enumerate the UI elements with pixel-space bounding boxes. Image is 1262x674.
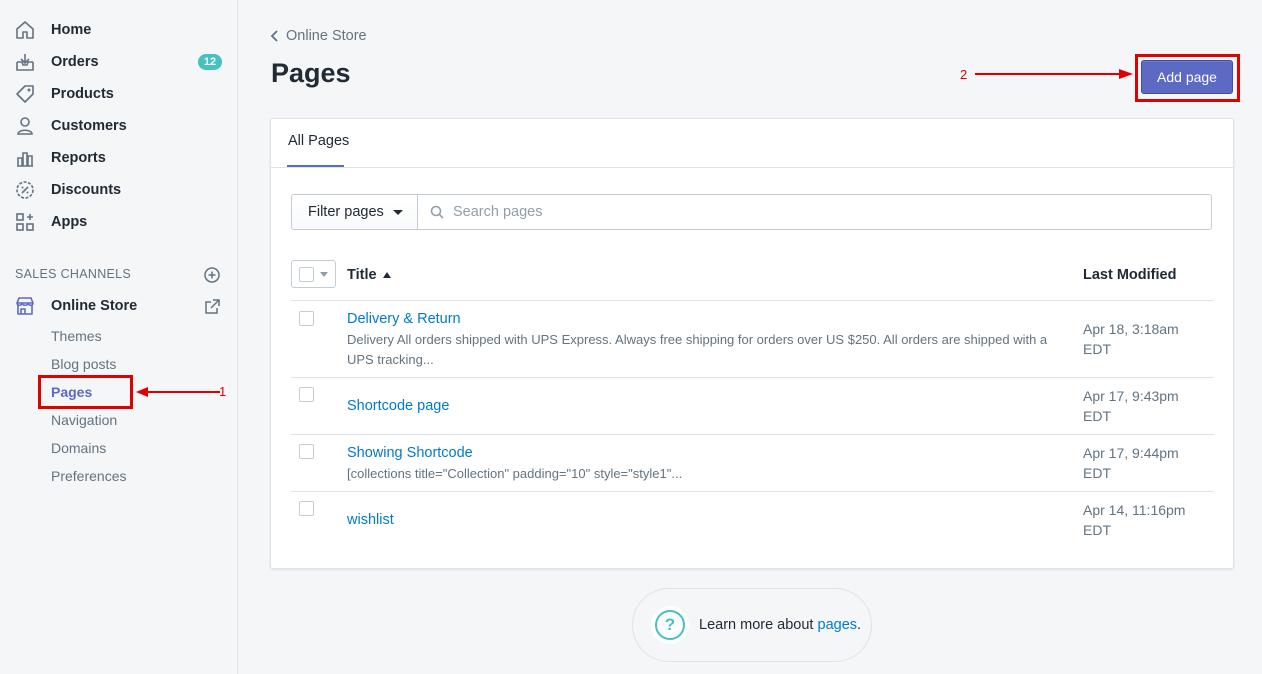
- column-header-title[interactable]: Title: [347, 267, 391, 283]
- nav-item-online-store[interactable]: Online Store: [0, 290, 237, 322]
- row-title-link[interactable]: Delivery & Return: [347, 311, 461, 327]
- nav-label: Home: [51, 22, 92, 38]
- modified-tz: EDT: [1083, 341, 1111, 357]
- caret-down-icon: [320, 271, 328, 277]
- row-checkbox[interactable]: [299, 311, 314, 326]
- tab-all-pages[interactable]: All Pages: [288, 133, 349, 149]
- tab-divider: [271, 167, 1233, 168]
- bulk-select[interactable]: [291, 260, 336, 288]
- external-link-icon[interactable]: [203, 298, 221, 316]
- nav-item-apps[interactable]: Apps: [0, 206, 237, 238]
- learn-more-prefix: Learn more about: [699, 617, 818, 633]
- nav-item-orders[interactable]: Orders 12: [0, 46, 237, 78]
- sub-item-domains[interactable]: Domains: [51, 440, 106, 456]
- sales-channels-heading: SALES CHANNELS: [15, 267, 132, 281]
- nav-item-home[interactable]: Home: [0, 14, 237, 46]
- chevron-left-icon: [270, 30, 278, 42]
- apps-icon: [14, 211, 36, 233]
- sub-item-preferences[interactable]: Preferences: [51, 468, 126, 484]
- row-modified: Apr 14, 11:16pm EDT: [1083, 500, 1213, 540]
- person-icon: [14, 115, 36, 137]
- row-excerpt: [collections title="Collection" padding=…: [347, 466, 683, 481]
- row-checkbox[interactable]: [299, 501, 314, 516]
- nav-label: Products: [51, 86, 114, 102]
- annotation-number-2: 2: [960, 67, 968, 82]
- sub-item-blog-posts[interactable]: Blog posts: [51, 356, 116, 372]
- table-row[interactable]: wishlist Apr 14, 11:16pm EDT: [291, 491, 1214, 548]
- nav-label: Discounts: [51, 182, 122, 198]
- search-icon: [430, 205, 444, 219]
- table-row[interactable]: Shortcode page Apr 17, 9:43pm EDT: [291, 377, 1214, 434]
- nav-item-customers[interactable]: Customers: [0, 110, 237, 142]
- sidebar: Home Orders 12 Products Customers Report…: [0, 0, 238, 674]
- row-title-link[interactable]: Showing Shortcode: [347, 445, 473, 461]
- search-input[interactable]: [453, 204, 1153, 220]
- row-title-link[interactable]: Shortcode page: [347, 398, 449, 414]
- orders-count-badge: 12: [198, 54, 222, 70]
- add-page-button[interactable]: Add page: [1141, 60, 1233, 94]
- pages-card: All Pages Filter pages Title Last Modifi…: [270, 118, 1234, 569]
- modified-date: Apr 14, 11:16pm: [1083, 502, 1186, 518]
- column-title-label: Title: [347, 267, 377, 283]
- orders-icon: [14, 51, 36, 73]
- nav-item-discounts[interactable]: Discounts: [0, 174, 237, 206]
- modified-tz: EDT: [1083, 522, 1111, 538]
- nav-label: Customers: [51, 118, 127, 134]
- nav-label: Reports: [51, 150, 106, 166]
- row-modified: Apr 18, 3:18am EDT: [1083, 319, 1213, 359]
- row-checkbox[interactable]: [299, 387, 314, 402]
- sort-ascending-icon: [382, 272, 391, 278]
- nav-item-products[interactable]: Products: [0, 78, 237, 110]
- page-title: Pages: [271, 58, 351, 88]
- bar-chart-icon: [14, 147, 36, 169]
- modified-tz: EDT: [1083, 465, 1111, 481]
- row-modified: Apr 17, 9:44pm EDT: [1083, 443, 1213, 483]
- filter-label: Filter pages: [308, 204, 384, 220]
- modified-tz: EDT: [1083, 408, 1111, 424]
- row-excerpt: Delivery All orders shipped with UPS Exp…: [347, 332, 1048, 367]
- sub-item-navigation[interactable]: Navigation: [51, 412, 117, 428]
- pages-highlight-box: [38, 375, 133, 409]
- nav-item-reports[interactable]: Reports: [0, 142, 237, 174]
- select-all-checkbox[interactable]: [299, 266, 314, 282]
- row-modified: Apr 17, 9:43pm EDT: [1083, 386, 1213, 426]
- learn-more-link[interactable]: pages: [818, 617, 858, 633]
- breadcrumb-label: Online Store: [286, 28, 367, 44]
- row-checkbox[interactable]: [299, 444, 314, 459]
- nav-label: Online Store: [51, 298, 138, 314]
- learn-more-suffix: .: [857, 617, 862, 633]
- annotation-arrow-1: [136, 387, 220, 397]
- sub-item-themes[interactable]: Themes: [51, 328, 102, 344]
- annotation-number-1: 1: [219, 384, 227, 399]
- store-icon: [14, 295, 36, 317]
- modified-date: Apr 17, 9:43pm: [1083, 388, 1179, 404]
- help-icon: ?: [655, 610, 685, 640]
- caret-down-icon: [392, 209, 403, 215]
- modified-date: Apr 17, 9:44pm: [1083, 445, 1179, 461]
- nav-label: Orders: [51, 54, 99, 70]
- annotation-arrow-2: [975, 69, 1133, 79]
- modified-date: Apr 18, 3:18am: [1083, 321, 1179, 337]
- table-row[interactable]: Delivery & Return Delivery All orders sh…: [291, 300, 1214, 377]
- tag-icon: [14, 83, 36, 105]
- row-title-link[interactable]: wishlist: [347, 512, 394, 528]
- add-channel-icon[interactable]: [203, 266, 221, 284]
- breadcrumb[interactable]: Online Store: [270, 28, 367, 44]
- search-box: [417, 194, 1212, 230]
- discount-icon: [14, 179, 36, 201]
- learn-more-text: Learn more about pages.: [699, 617, 861, 633]
- nav-label: Apps: [51, 214, 88, 230]
- table-row[interactable]: Showing Shortcode [collections title="Co…: [291, 434, 1214, 491]
- home-icon: [14, 19, 36, 41]
- learn-more-callout: ? Learn more about pages.: [632, 588, 872, 662]
- column-header-last-modified[interactable]: Last Modified: [1083, 267, 1176, 283]
- filter-pages-button[interactable]: Filter pages: [291, 194, 418, 230]
